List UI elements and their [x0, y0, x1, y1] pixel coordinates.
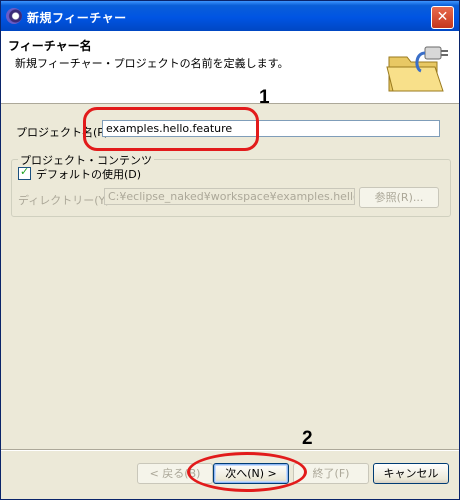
folder-plug-icon: [386, 46, 448, 92]
browse-button: 参照(R)...: [359, 187, 439, 208]
annotation-highlight-next: [187, 452, 307, 492]
annotation-number-2: 2: [302, 428, 313, 449]
use-default-label[interactable]: デフォルトの使用(D): [36, 166, 141, 182]
directory-label: ディレクトリー(Y):: [18, 194, 114, 207]
wizard-page-description: 新規フィーチャー・プロジェクトの名前を定義します。: [15, 57, 289, 70]
new-feature-wizard-window: 新規フィーチャー ✕ フィーチャー名 新規フィーチャー・プロジェクトの名前を定義…: [0, 0, 460, 500]
wizard-header: フィーチャー名 新規フィーチャー・プロジェクトの名前を定義します。: [1, 31, 459, 104]
close-button[interactable]: ✕: [431, 6, 454, 29]
eclipse-app-icon: [6, 8, 22, 24]
annotation-highlight-project-name: [83, 107, 259, 151]
cancel-button[interactable]: キャンセル: [373, 463, 449, 484]
wizard-page-title: フィーチャー名: [8, 39, 92, 53]
annotation-number-1: 1: [259, 87, 270, 108]
button-bar-separator: [1, 449, 459, 451]
window-title: 新規フィーチャー: [27, 11, 127, 25]
wizard-content: プロジェクト名(P): examples.hello.feature プロジェク…: [1, 104, 459, 449]
project-contents-group: プロジェクト・コンテンツ ✓ デフォルトの使用(D) ディレクトリー(Y): C…: [11, 152, 451, 217]
directory-input: C:¥eclipse_naked¥workspace¥examples.hell…: [104, 188, 355, 205]
checkmark-icon: ✓: [20, 165, 30, 178]
use-default-checkbox[interactable]: ✓: [18, 165, 31, 180]
title-bar[interactable]: 新規フィーチャー ✕: [1, 1, 459, 31]
